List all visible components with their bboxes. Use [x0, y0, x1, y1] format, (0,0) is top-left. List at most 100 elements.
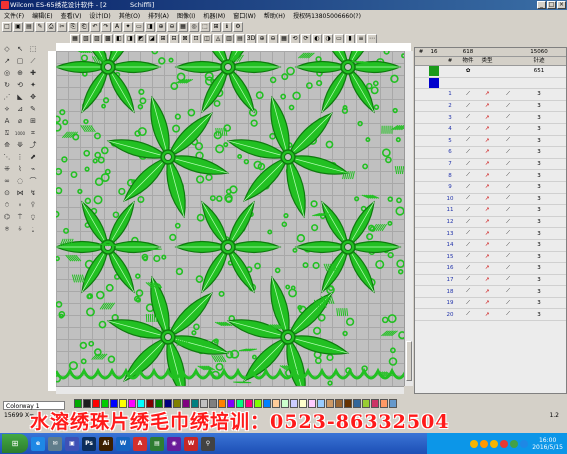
toolbar-button-3[interactable]: ✎ [35, 22, 45, 32]
sequence-row[interactable]: 8 ⟋ ↗ ⟋ 3 [415, 170, 566, 182]
toolbar-button-18[interactable]: ⬚ [200, 22, 210, 32]
palette-color-0[interactable] [74, 399, 82, 408]
palette-color-22[interactable] [272, 399, 280, 408]
taskbar-app-7[interactable]: ▤ [150, 436, 164, 451]
palette-color-33[interactable] [371, 399, 379, 408]
tool-6-icon[interactable]: ◎ [1, 68, 13, 79]
toolbar-button-21[interactable]: ⚙ [233, 22, 243, 32]
sequence-row[interactable]: ✿ 651 [415, 66, 566, 78]
sequence-row[interactable]: 6 ⟋ ↗ ⟋ 3 [415, 147, 566, 159]
tool-31-icon[interactable]: ⌇ [14, 164, 26, 175]
tool-45-icon[interactable]: ⍟ [1, 224, 13, 235]
palette-color-7[interactable] [137, 399, 145, 408]
tool-22-icon[interactable]: 1000 [14, 128, 26, 139]
sequence-row[interactable]: 14 ⟋ ↗ ⟋ 3 [415, 240, 566, 252]
palette-color-34[interactable] [380, 399, 388, 408]
palette-color-29[interactable] [335, 399, 343, 408]
col-number[interactable]: # [441, 57, 459, 65]
sequence-row[interactable]: 9 ⟋ ↗ ⟋ 3 [415, 182, 566, 194]
toolbar-button-14[interactable]: ⊕ [156, 22, 166, 32]
palette-color-23[interactable] [281, 399, 289, 408]
maximize-button[interactable]: □ [547, 1, 556, 9]
palette-color-17[interactable] [227, 399, 235, 408]
tool-10-icon[interactable]: ⟲ [14, 80, 26, 91]
taskbar-app-6[interactable]: A [133, 436, 147, 451]
sequence-row[interactable] [415, 77, 566, 90]
palette-color-25[interactable] [299, 399, 307, 408]
sequence-row[interactable]: 16 ⟋ ↗ ⟋ 3 [415, 263, 566, 275]
tool-35-icon[interactable]: ⌒ [27, 176, 39, 187]
taskbar-app-4[interactable]: Ai [99, 436, 113, 451]
tool-3-icon[interactable]: ↗ [1, 56, 13, 67]
sequence-row[interactable]: 12 ⟋ ↗ ⟋ 3 [415, 217, 566, 229]
tool-1-icon[interactable]: ↖ [14, 44, 26, 55]
col-type[interactable]: 类型 [477, 57, 497, 65]
toolbar-button-13[interactable]: ◨ [145, 22, 155, 32]
menu-item-9[interactable]: 帮助(H) [260, 11, 289, 20]
tool-36-icon[interactable]: ⊙ [1, 188, 13, 199]
sequence-row[interactable]: 17 ⟋ ↗ ⟋ 3 [415, 275, 566, 287]
sequence-row[interactable]: 5 ⟋ ↗ ⟋ 3 [415, 136, 566, 148]
toolbar-button-6[interactable]: ⎘ [68, 22, 78, 32]
taskbar-app-10[interactable]: ⚲ [201, 436, 215, 451]
tool-27-icon[interactable]: ⋱ [1, 152, 13, 163]
toolbar-button-9[interactable]: ↷ [101, 22, 111, 32]
tool-37-icon[interactable]: ⋈ [14, 188, 26, 199]
sequence-row[interactable]: 13 ⟋ ↗ ⟋ 3 [415, 228, 566, 240]
sequence-row[interactable]: 7 ⟋ ↗ ⟋ 3 [415, 159, 566, 171]
palette-color-32[interactable] [362, 399, 370, 408]
menu-item-1[interactable]: 编辑(E) [28, 11, 56, 20]
tool-23-icon[interactable]: ⌗ [27, 128, 39, 139]
toolbar-button-19[interactable]: ⊞ [211, 22, 221, 32]
palette-color-13[interactable] [191, 399, 199, 408]
col-stitches[interactable]: 针迹 [519, 57, 559, 65]
palette-color-16[interactable] [218, 399, 226, 408]
taskbar-app-3[interactable]: Ps [82, 436, 96, 451]
vertical-scrollbar[interactable] [404, 51, 413, 386]
tool-47-icon[interactable]: ⍮ [27, 224, 39, 235]
tool-29-icon[interactable]: ⬈ [27, 152, 39, 163]
sequence-row[interactable]: 15 ⟋ ↗ ⟋ 3 [415, 252, 566, 264]
start-button[interactable]: ⊞ [2, 434, 28, 453]
palette-color-24[interactable] [290, 399, 298, 408]
col-object[interactable]: 物件 [459, 57, 477, 65]
tool-44-icon[interactable]: ⍜ [27, 212, 39, 223]
tool-16-icon[interactable]: ⊿ [14, 104, 26, 115]
sequence-row[interactable]: 11 ⟋ ↗ ⟋ 3 [415, 205, 566, 217]
toolbar-button-12[interactable]: ▭ [134, 22, 144, 32]
palette-color-20[interactable] [254, 399, 262, 408]
tool-13-icon[interactable]: ◣ [14, 92, 26, 103]
tool-15-icon[interactable]: ⟡ [1, 104, 13, 115]
tool-34-icon[interactable]: ◌ [14, 176, 26, 187]
sequence-row[interactable]: 3 ⟋ ↗ ⟋ 3 [415, 112, 566, 124]
toolbar-button-0[interactable]: □ [2, 22, 12, 32]
toolbar-button-7[interactable]: ⎗ [79, 22, 89, 32]
palette-color-4[interactable] [110, 399, 118, 408]
tool-5-icon[interactable]: ⟋ [27, 56, 39, 67]
taskbar-app-2[interactable]: ▣ [65, 436, 79, 451]
tray-icon-4[interactable] [510, 439, 519, 448]
menu-item-8[interactable]: 窗口(W) [229, 11, 260, 20]
palette-color-1[interactable] [83, 399, 91, 408]
tool-11-icon[interactable]: ✦ [27, 80, 39, 91]
tool-19-icon[interactable]: ⌀ [14, 116, 26, 127]
tool-30-icon[interactable]: ⁜ [1, 164, 13, 175]
palette-color-3[interactable] [101, 399, 109, 408]
tool-0-icon[interactable]: ◇ [1, 44, 13, 55]
color-swatch[interactable] [429, 77, 439, 88]
tool-42-icon[interactable]: ⌬ [1, 212, 13, 223]
tool-46-icon[interactable]: ⍭ [14, 224, 26, 235]
tool-2-icon[interactable]: ⬚ [27, 44, 39, 55]
palette-color-8[interactable] [146, 399, 154, 408]
tool-8-icon[interactable]: ✚ [27, 68, 39, 79]
palette-color-12[interactable] [182, 399, 190, 408]
minimize-button[interactable]: _ [537, 1, 546, 9]
toolbar-button-16[interactable]: ▦ [178, 22, 188, 32]
tool-26-icon[interactable]: ⤴ [27, 140, 39, 151]
menu-item-0[interactable]: 文件(F) [0, 11, 28, 20]
palette-color-10[interactable] [164, 399, 172, 408]
tool-39-icon[interactable]: ⍥ [1, 200, 13, 211]
taskbar-app-1[interactable]: ✉ [48, 436, 62, 451]
tool-41-icon[interactable]: ⍢ [27, 200, 39, 211]
sequence-row[interactable]: 18 ⟋ ↗ ⟋ 3 [415, 286, 566, 298]
